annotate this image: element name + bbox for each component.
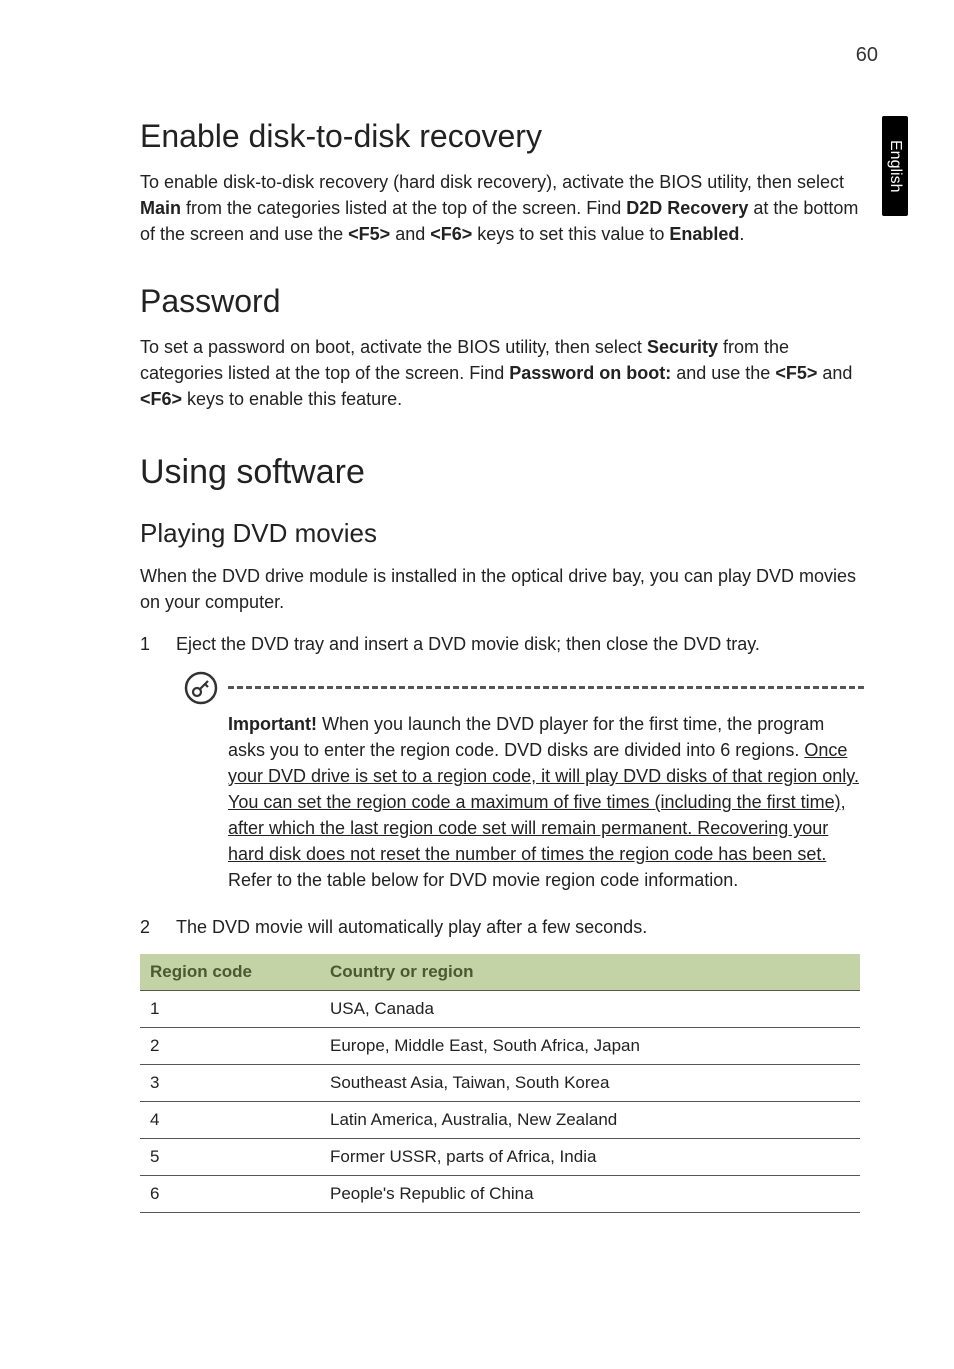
note-block: Important! When you launch the DVD playe… — [184, 671, 864, 894]
note-icon-row — [184, 671, 864, 705]
table-row: 6 People's Republic of China — [140, 1175, 860, 1212]
table-row: 1 USA, Canada — [140, 990, 860, 1027]
bold-f6: <F6> — [430, 224, 472, 244]
bold-d2d: D2D Recovery — [626, 198, 748, 218]
cell-country: People's Republic of China — [320, 1175, 860, 1212]
step-1: 1 Eject the DVD tray and insert a DVD mo… — [140, 631, 860, 657]
para-dvd-intro: When the DVD drive module is installed i… — [140, 563, 860, 615]
heading-password: Password — [140, 283, 884, 320]
note-text: Important! When you launch the DVD playe… — [228, 711, 864, 894]
bold-enabled: Enabled — [669, 224, 739, 244]
text: keys to enable this feature. — [182, 389, 402, 409]
text: and — [390, 224, 430, 244]
th-country: Country or region — [320, 954, 860, 991]
page-number: 60 — [856, 44, 878, 67]
note-important: Important! — [228, 714, 317, 734]
step-2-text: The DVD movie will automatically play af… — [176, 914, 860, 940]
cell-code: 4 — [140, 1101, 320, 1138]
text: from the categories listed at the top of… — [181, 198, 626, 218]
cell-code: 3 — [140, 1064, 320, 1101]
cell-country: Europe, Middle East, South Africa, Japan — [320, 1027, 860, 1064]
text: . — [739, 224, 744, 244]
cell-code: 6 — [140, 1175, 320, 1212]
para-enable-recovery: To enable disk-to-disk recovery (hard di… — [140, 169, 860, 247]
region-table: Region code Country or region 1 USA, Can… — [140, 954, 860, 1213]
text: keys to set this value to — [472, 224, 669, 244]
cell-code: 5 — [140, 1138, 320, 1175]
text: and use the — [671, 363, 775, 383]
table-row: 5 Former USSR, parts of Africa, India — [140, 1138, 860, 1175]
cell-country: USA, Canada — [320, 990, 860, 1027]
table-row: 4 Latin America, Australia, New Zealand — [140, 1101, 860, 1138]
step-1-text: Eject the DVD tray and insert a DVD movi… — [176, 631, 860, 657]
cell-code: 2 — [140, 1027, 320, 1064]
step-2: 2 The DVD movie will automatically play … — [140, 914, 860, 940]
page: 60 English Enable disk-to-disk recovery … — [0, 0, 954, 1369]
heading-using-software: Using software — [140, 453, 884, 492]
text: To set a password on boot, activate the … — [140, 337, 647, 357]
heading-enable-recovery: Enable disk-to-disk recovery — [140, 118, 884, 155]
bold-f5: <F5> — [348, 224, 390, 244]
bold-pw-on-boot: Password on boot: — [509, 363, 671, 383]
step-1-num: 1 — [140, 631, 176, 657]
table-row: 3 Southeast Asia, Taiwan, South Korea — [140, 1064, 860, 1101]
note-p1: When you launch the DVD player for the f… — [228, 714, 824, 760]
step-2-num: 2 — [140, 914, 176, 940]
text: To enable disk-to-disk recovery (hard di… — [140, 172, 844, 192]
bold-main: Main — [140, 198, 181, 218]
cell-country: Former USSR, parts of Africa, India — [320, 1138, 860, 1175]
cell-country: Latin America, Australia, New Zealand — [320, 1101, 860, 1138]
bold-security: Security — [647, 337, 718, 357]
para-password: To set a password on boot, activate the … — [140, 334, 860, 412]
heading-playing-dvd: Playing DVD movies — [140, 518, 884, 549]
cell-code: 1 — [140, 990, 320, 1027]
bold-f5: <F5> — [775, 363, 817, 383]
bold-f6: <F6> — [140, 389, 182, 409]
note-divider — [228, 686, 864, 689]
language-tab: English — [882, 116, 908, 216]
table-header-row: Region code Country or region — [140, 954, 860, 991]
key-icon — [184, 671, 218, 705]
table-row: 2 Europe, Middle East, South Africa, Jap… — [140, 1027, 860, 1064]
cell-country: Southeast Asia, Taiwan, South Korea — [320, 1064, 860, 1101]
text: and — [817, 363, 852, 383]
th-region-code: Region code — [140, 954, 320, 991]
note-p2: Refer to the table below for DVD movie r… — [228, 870, 738, 890]
